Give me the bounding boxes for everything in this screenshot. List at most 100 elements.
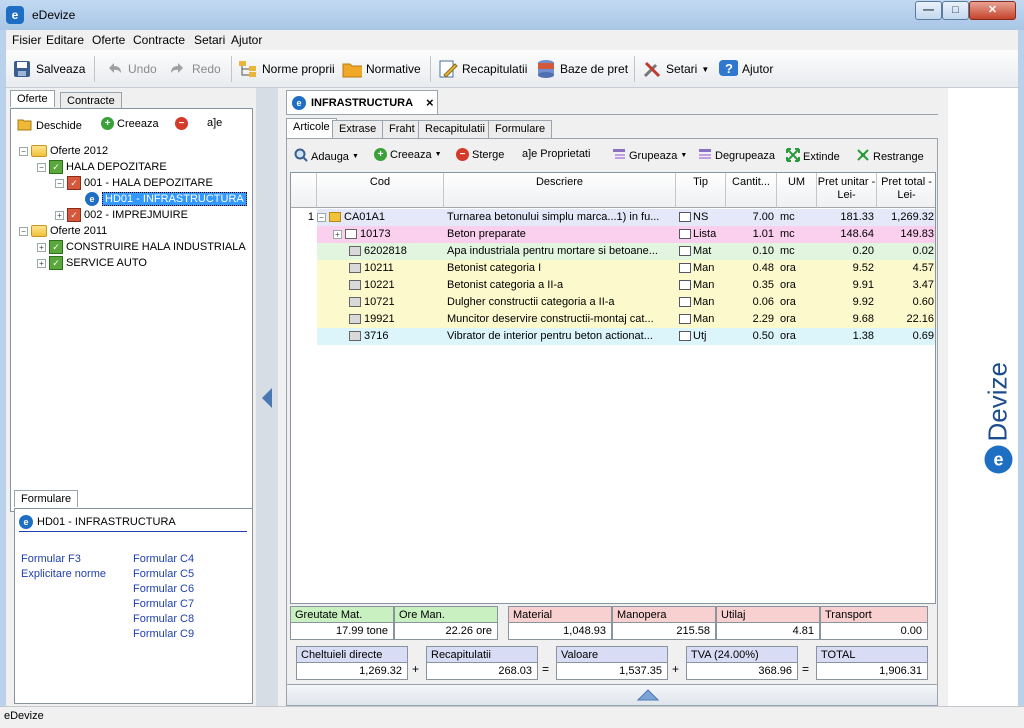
- note-icon[interactable]: [679, 246, 691, 257]
- creeaza-dropdown-button[interactable]: + Creeaza ▼: [374, 148, 442, 161]
- cell-cod[interactable]: 10211: [317, 260, 444, 277]
- note-icon[interactable]: [679, 263, 691, 274]
- extinde-button[interactable]: Extinde: [786, 148, 840, 165]
- table-row[interactable]: 6202818 Apa industriala pentru mortare si…: [291, 243, 935, 260]
- menu-setari[interactable]: Setari: [194, 33, 225, 47]
- setari-dropdown-button[interactable]: Setari ▼: [642, 56, 709, 82]
- menu-oferte[interactable]: Oferte: [92, 33, 125, 47]
- subtab-formulare[interactable]: Formulare: [488, 120, 553, 138]
- formular-link[interactable]: Formular C9: [133, 628, 194, 640]
- document-tab[interactable]: e INFRASTRUCTURA ×: [286, 90, 438, 114]
- tab-oferte[interactable]: Oferte: [10, 90, 55, 107]
- cell-pt[interactable]: 0.02: [877, 243, 935, 260]
- tree-node[interactable]: − ✓ 001 - HALA DEPOZITARE: [55, 175, 213, 191]
- cell-pt[interactable]: 0.60: [877, 294, 935, 311]
- cell-qty[interactable]: 2.29: [726, 311, 777, 328]
- formular-link[interactable]: Explicitare norme: [21, 568, 106, 580]
- cell-pu[interactable]: 9.92: [817, 294, 877, 311]
- collapse-icon[interactable]: −: [19, 146, 28, 156]
- minimize-button[interactable]: —: [915, 1, 942, 20]
- collapse-icon[interactable]: −: [55, 178, 64, 188]
- collapse-icon[interactable]: −: [317, 212, 326, 222]
- note-icon[interactable]: [679, 212, 691, 223]
- redo-button[interactable]: Redo: [168, 56, 221, 82]
- cell-pt[interactable]: 149.83: [877, 226, 935, 243]
- formular-link[interactable]: Formular C8: [133, 613, 194, 625]
- cell-cod[interactable]: +10173: [317, 226, 444, 243]
- table-row[interactable]: 10221 Betonist categoria a II-a Man 0.35 ora…: [291, 277, 935, 294]
- cell-cod[interactable]: 6202818: [317, 243, 444, 260]
- bottom-expander[interactable]: [286, 684, 938, 706]
- cell-qty[interactable]: 0.35: [726, 277, 777, 294]
- column-header-descriere[interactable]: Descriere: [444, 173, 676, 208]
- cell-pu[interactable]: 0.20: [817, 243, 877, 260]
- cell-um[interactable]: mc: [777, 209, 817, 226]
- cell-qty[interactable]: 0.48: [726, 260, 777, 277]
- cell-tip[interactable]: Utj: [676, 328, 726, 345]
- cell-tip[interactable]: Man: [676, 294, 726, 311]
- cell-desc[interactable]: Beton preparate: [444, 226, 676, 243]
- normative-button[interactable]: Normative: [342, 56, 421, 82]
- cell-pt[interactable]: 0.69: [877, 328, 935, 345]
- cell-cod[interactable]: 10721: [317, 294, 444, 311]
- degrupeaza-button[interactable]: Degrupeaza: [698, 148, 775, 163]
- collapse-left-icon[interactable]: [262, 388, 272, 408]
- cell-tip[interactable]: Man: [676, 260, 726, 277]
- cell-desc[interactable]: Betonist categoria a II-a: [444, 277, 676, 294]
- cell-qty[interactable]: 0.50: [726, 328, 777, 345]
- cell-cod[interactable]: 19921: [317, 311, 444, 328]
- maximize-button[interactable]: □: [942, 1, 969, 20]
- cell-pt[interactable]: 4.57: [877, 260, 935, 277]
- column-header-pret-total[interactable]: Pret total -Lei-: [877, 173, 935, 208]
- table-row[interactable]: +10173 Beton preparate Lista 1.01 mc 148.64 14…: [291, 226, 935, 243]
- cell-pu[interactable]: 1.38: [817, 328, 877, 345]
- cell-um[interactable]: mc: [777, 226, 817, 243]
- table-row[interactable]: 3716 Vibrator de interior pentru beton ac…: [291, 328, 935, 345]
- table-row[interactable]: 10721 Dulgher constructii categoria a II-…: [291, 294, 935, 311]
- cell-tip[interactable]: NS: [676, 209, 726, 226]
- cell-cod[interactable]: − CA01A1: [317, 209, 444, 226]
- sterge-button[interactable]: − Sterge: [456, 148, 504, 161]
- grupeaza-dropdown-button[interactable]: Grupeaza ▼: [612, 148, 687, 163]
- proprietati-button[interactable]: a]e Proprietati: [522, 148, 590, 160]
- subtab-fraht[interactable]: Fraht: [382, 120, 422, 138]
- cell-um[interactable]: mc: [777, 243, 817, 260]
- cell-qty[interactable]: 1.01: [726, 226, 777, 243]
- tab-contracte[interactable]: Contracte: [60, 92, 122, 109]
- expand-up-icon[interactable]: [637, 689, 659, 701]
- cell-desc[interactable]: Vibrator de interior pentru beton action…: [444, 328, 676, 345]
- menu-contracte[interactable]: Contracte: [133, 33, 185, 47]
- column-header-cantitate[interactable]: Cantit...: [726, 173, 777, 208]
- cell-um[interactable]: ora: [777, 294, 817, 311]
- tree-node[interactable]: + ✓ 002 - IMPREJMUIRE: [55, 207, 188, 223]
- column-header-um[interactable]: UM: [777, 173, 817, 208]
- collapse-icon[interactable]: −: [19, 226, 28, 236]
- expand-icon[interactable]: +: [55, 210, 64, 220]
- cell-desc[interactable]: Dulgher constructii categoria a II-a: [444, 294, 676, 311]
- cell-pt[interactable]: 22.16: [877, 311, 935, 328]
- cell-qty[interactable]: 0.06: [726, 294, 777, 311]
- menu-fisier[interactable]: Fisier: [12, 33, 41, 47]
- cell-pt[interactable]: 1,269.32: [877, 209, 935, 226]
- save-button[interactable]: Salveaza: [12, 56, 85, 82]
- close-button[interactable]: ✕: [969, 1, 1016, 20]
- menu-ajutor[interactable]: Ajutor: [231, 33, 262, 47]
- panel-splitter[interactable]: [256, 88, 278, 708]
- create-button[interactable]: + Creeaza: [101, 117, 159, 130]
- tree-node[interactable]: − Oferte 2011: [19, 223, 107, 239]
- table-row[interactable]: 10211 Betonist categoria I Man 0.48 ora 9.52 4…: [291, 260, 935, 277]
- cell-qty[interactable]: 7.00: [726, 209, 777, 226]
- cell-um[interactable]: ora: [777, 311, 817, 328]
- cell-desc[interactable]: Turnarea betonului simplu marca...1) in …: [444, 209, 676, 226]
- column-header-cod[interactable]: Cod: [317, 173, 444, 208]
- cell-tip[interactable]: Man: [676, 311, 726, 328]
- adauga-dropdown-button[interactable]: Adauga ▼: [294, 148, 359, 165]
- cell-um[interactable]: ora: [777, 277, 817, 294]
- cell-pt[interactable]: 3.47: [877, 277, 935, 294]
- recapitulatii-button[interactable]: Recapitulatii: [438, 56, 527, 82]
- note-icon[interactable]: [679, 229, 691, 240]
- subtab-articole[interactable]: Articole: [286, 118, 337, 138]
- subtab-extrase[interactable]: Extrase: [332, 120, 384, 138]
- tree-node[interactable]: − Oferte 2012: [19, 143, 108, 159]
- table-row[interactable]: 19921 Muncitor deservire constructii-mont…: [291, 311, 935, 328]
